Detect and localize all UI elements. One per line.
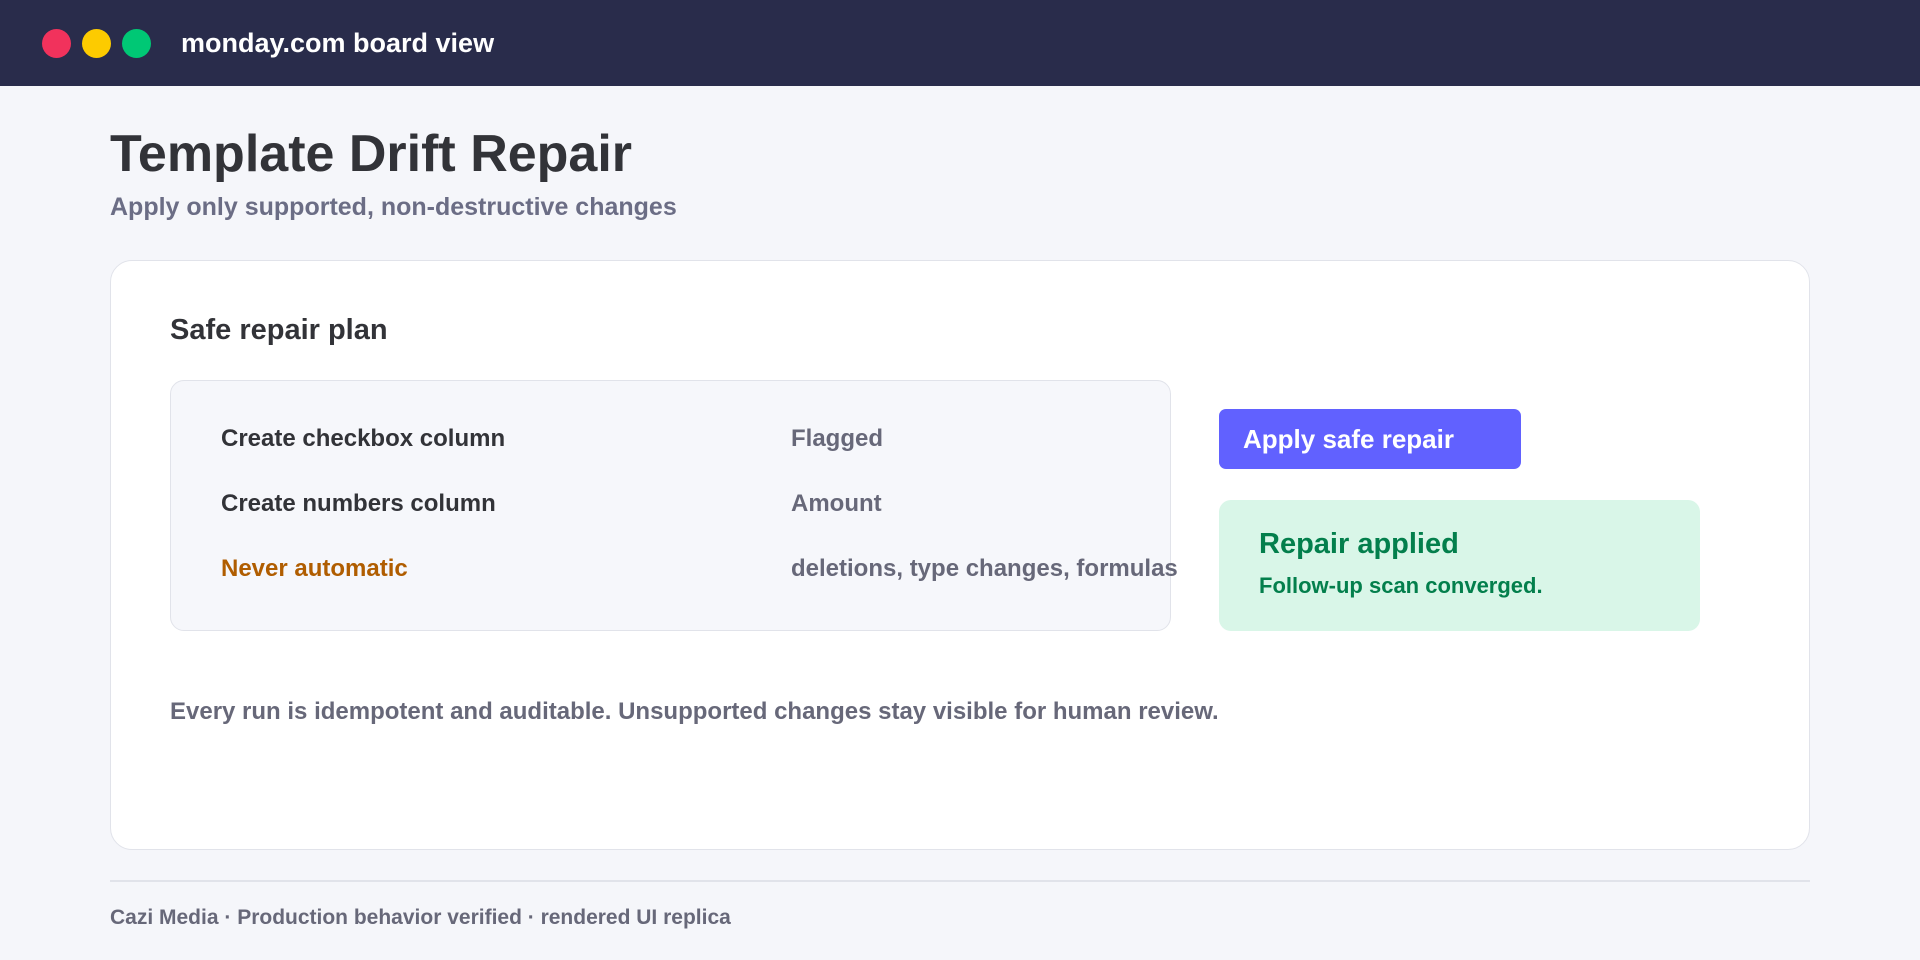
page-title: Template Drift Repair (110, 125, 633, 183)
plan-row-value: Flagged (791, 425, 884, 452)
window-titlebar: monday.com board view (0, 0, 1920, 86)
plan-row-label: Create checkbox column (221, 425, 506, 452)
footer-text: Cazi Media · Production behavior verifie… (110, 906, 731, 929)
plan-row-never-automatic: Never automatic deletions, type changes,… (171, 555, 1178, 595)
footer-divider (110, 880, 1810, 882)
close-window-icon[interactable] (42, 28, 71, 58)
status-message: Follow-up scan converged. (1259, 573, 1543, 598)
repair-card: Safe repair plan Create checkbox column … (110, 260, 1810, 850)
card-note: Every run is idempotent and auditable. U… (170, 698, 1219, 725)
plan-row-numbers-column: Create numbers column Amount (171, 490, 1172, 530)
plan-row-label: Create numbers column (221, 490, 496, 517)
window-title: monday.com board view (181, 27, 495, 58)
card-title: Safe repair plan (170, 314, 388, 346)
plan-row-checkbox-column: Create checkbox column Flagged (171, 425, 1172, 465)
window-controls (42, 28, 162, 58)
plan-row-value: deletions, type changes, formulas (791, 555, 1178, 582)
status-title: Repair applied (1259, 528, 1459, 560)
maximize-window-icon[interactable] (122, 28, 151, 58)
page-subtitle: Apply only supported, non-destructive ch… (110, 193, 677, 221)
apply-safe-repair-button[interactable]: Apply safe repair (1219, 409, 1521, 469)
plan-row-value: Amount (791, 490, 882, 517)
plan-row-label-warning: Never automatic (221, 555, 408, 582)
repair-status-banner: Repair applied Follow-up scan converged. (1219, 500, 1700, 631)
minimize-window-icon[interactable] (82, 28, 111, 58)
repair-plan-list: Create checkbox column Flagged Create nu… (170, 380, 1178, 631)
